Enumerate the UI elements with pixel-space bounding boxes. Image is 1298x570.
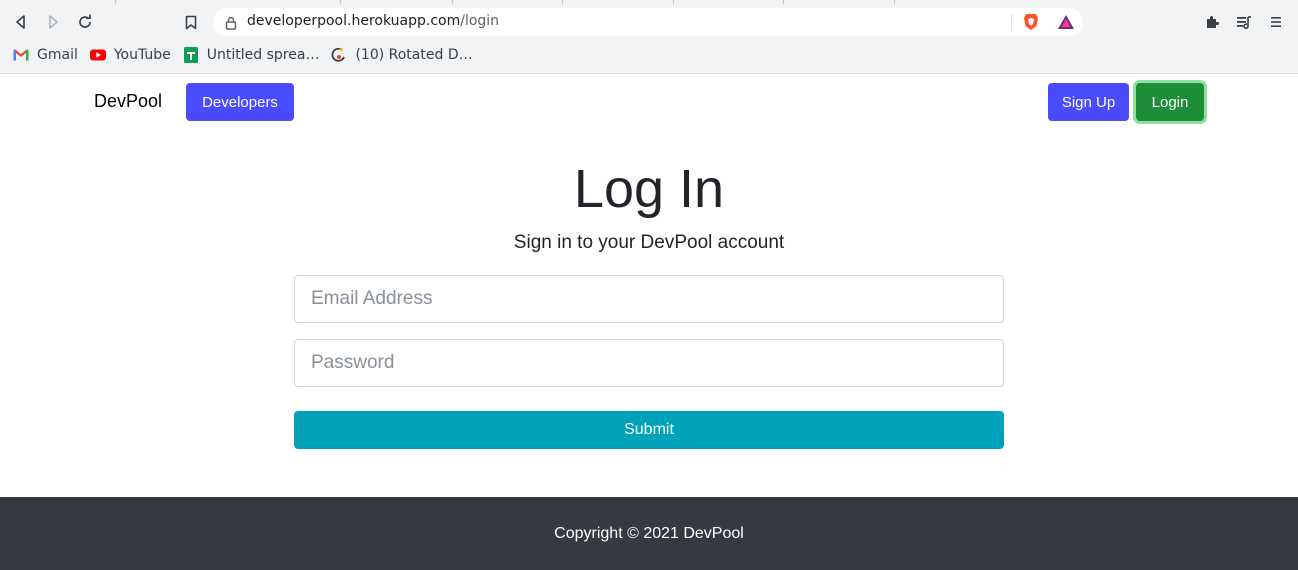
bookmark-gmail[interactable]: Gmail	[13, 47, 78, 63]
sheets-icon	[183, 47, 199, 63]
brave-rewards-icon[interactable]	[1057, 14, 1075, 34]
menu-icon[interactable]	[1266, 12, 1286, 32]
bookmark-label: Gmail	[37, 47, 78, 63]
footer: Copyright © 2021 DevPool	[0, 497, 1298, 570]
address-divider	[1011, 14, 1012, 30]
submit-button[interactable]: Submit	[294, 411, 1004, 449]
brave-shield-icon[interactable]	[1023, 13, 1039, 35]
bookmark-rotated[interactable]: (10) Rotated D…	[331, 47, 473, 63]
page-title: Log In	[573, 159, 725, 219]
signup-button[interactable]: Sign Up	[1048, 83, 1129, 121]
bookmark-label: YouTube	[113, 47, 171, 63]
bookmark-spreadsheet[interactable]: Untitled sprea…	[183, 47, 320, 63]
extensions-icon[interactable]	[1202, 12, 1222, 32]
page-subtitle: Sign in to your DevPool account	[513, 232, 785, 253]
reload-icon[interactable]	[75, 12, 95, 32]
brand-logo[interactable]: DevPool	[94, 91, 162, 112]
lock-icon	[225, 15, 237, 34]
tab-strip	[0, 0, 1298, 4]
bookmark-icon[interactable]	[181, 12, 201, 32]
forward-icon[interactable]	[43, 12, 63, 32]
bookmarks-bar: Gmail YouTube Untitled sprea… (10) Rotat…	[0, 42, 473, 68]
gmail-icon	[13, 47, 29, 63]
bookmark-youtube[interactable]: YouTube	[89, 47, 171, 63]
youtube-icon	[89, 47, 106, 63]
password-input[interactable]	[294, 339, 1004, 387]
copyright-text: Copyright © 2021 DevPool	[554, 524, 744, 542]
bookmark-label: Untitled sprea…	[206, 47, 320, 63]
address-bar[interactable]: developerpool.herokuapp.com/login	[213, 8, 1083, 36]
url-path: /login	[460, 13, 500, 29]
browser-chrome: developerpool.herokuapp.com/login Gmail …	[0, 0, 1298, 74]
back-icon[interactable]	[11, 12, 31, 32]
login-button[interactable]: Login	[1136, 83, 1204, 121]
bookmark-label: (10) Rotated D…	[355, 47, 473, 63]
url-domain: developerpool.herokuapp.com	[247, 13, 461, 29]
media-icon[interactable]	[1234, 12, 1254, 32]
developers-button[interactable]: Developers	[186, 83, 294, 121]
url-text: developerpool.herokuapp.com/login	[247, 13, 499, 29]
email-input[interactable]	[294, 275, 1004, 323]
rotated-icon	[331, 47, 347, 63]
